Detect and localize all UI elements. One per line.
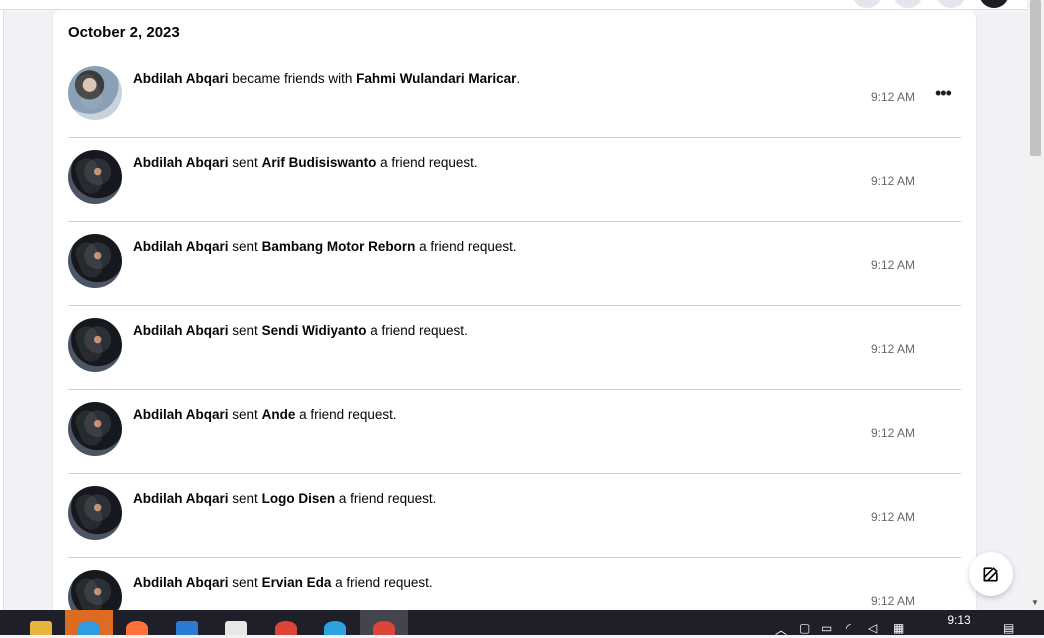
- target-name[interactable]: Fahmi Wulandari Maricar: [356, 71, 516, 86]
- file-explorer-icon[interactable]: [17, 610, 65, 635]
- windows-taskbar: ︿ ▢ ▭ ◜ ◁ ▦ 9:13 ▤: [0, 610, 1044, 638]
- activity-verb: became friends with: [232, 71, 353, 86]
- scrollbar-thumb[interactable]: [1030, 0, 1041, 156]
- profile-avatar[interactable]: [979, 0, 1009, 8]
- compose-icon: [983, 567, 998, 582]
- actor-avatar[interactable]: [68, 402, 122, 456]
- edge-icon[interactable]: [65, 610, 113, 635]
- telegram-icon[interactable]: [311, 610, 359, 635]
- activity-log-card: October 2, 2023 Abdilah Abqari became fr…: [53, 10, 976, 630]
- activity-suffix: a friend request.: [299, 407, 397, 422]
- activity-time: 9:12 AM: [870, 426, 915, 440]
- actor-name[interactable]: Abdilah Abqari: [133, 575, 229, 590]
- page-scrollbar[interactable]: ▼: [1027, 0, 1044, 610]
- activity-list: Abdilah Abqari became friends with Fahmi…: [68, 54, 961, 630]
- actor-name[interactable]: Abdilah Abqari: [133, 323, 229, 338]
- actor-avatar[interactable]: [68, 234, 122, 288]
- activity-suffix: a friend request.: [335, 575, 433, 590]
- meet-now-icon[interactable]: ▢: [799, 621, 810, 635]
- actor-name[interactable]: Abdilah Abqari: [133, 491, 229, 506]
- actor-avatar[interactable]: [68, 486, 122, 540]
- activity-time: 9:12 AM: [870, 510, 915, 524]
- target-name[interactable]: Bambang Motor Reborn: [262, 239, 416, 254]
- actor-avatar[interactable]: [68, 318, 122, 372]
- actor-name[interactable]: Abdilah Abqari: [133, 155, 229, 170]
- activity-text: Abdilah Abqari sent Arif Budisiswanto a …: [133, 154, 853, 172]
- actor-name[interactable]: Abdilah Abqari: [133, 239, 229, 254]
- activity-row: Abdilah Abqari sent Arif Budisiswanto a …: [68, 138, 961, 222]
- activity-suffix: a friend request.: [338, 491, 437, 506]
- activity-suffix: .: [516, 71, 521, 86]
- activity-time: 9:12 AM: [870, 174, 915, 188]
- activity-verb: sent: [232, 407, 258, 422]
- activity-text: Abdilah Abqari became friends with Fahmi…: [133, 70, 853, 88]
- taskbar-clock[interactable]: 9:13: [942, 613, 976, 627]
- store-icon[interactable]: [212, 610, 260, 635]
- keyboard-icon[interactable]: ▦: [893, 621, 904, 635]
- more-options-icon[interactable]: •••: [935, 84, 953, 102]
- target-name[interactable]: Arif Budisiswanto: [262, 155, 377, 170]
- activity-text: Abdilah Abqari sent Ande a friend reques…: [133, 406, 853, 424]
- activity-text: Abdilah Abqari sent Bambang Motor Reborn…: [133, 238, 853, 256]
- target-name[interactable]: Ervian Eda: [262, 575, 332, 590]
- activity-row: Abdilah Abqari sent Ande a friend reques…: [68, 390, 961, 474]
- volume-icon[interactable]: ◁: [868, 621, 877, 635]
- activity-verb: sent: [232, 575, 258, 590]
- top-navigation-bar: [0, 0, 1027, 10]
- activity-text: Abdilah Abqari sent Ervian Eda a friend …: [133, 574, 853, 592]
- target-name[interactable]: Ande: [262, 407, 296, 422]
- activity-verb: sent: [232, 491, 258, 506]
- notifications-icon[interactable]: [936, 0, 966, 8]
- activity-suffix: a friend request.: [380, 155, 478, 170]
- chrome-active-window-icon[interactable]: [360, 610, 408, 635]
- mail-icon[interactable]: [163, 610, 211, 635]
- activity-text: Abdilah Abqari sent Sendi Widiyanto a fr…: [133, 322, 853, 340]
- actor-name[interactable]: Abdilah Abqari: [133, 407, 229, 422]
- activity-row: Abdilah Abqari sent Sendi Widiyanto a fr…: [68, 306, 961, 390]
- activity-time: 9:12 AM: [870, 342, 915, 356]
- target-name[interactable]: Logo Disen: [262, 491, 336, 506]
- new-message-button[interactable]: [969, 552, 1013, 596]
- activity-time: 9:12 AM: [870, 258, 915, 272]
- notification-center-icon[interactable]: ▤: [1003, 621, 1014, 635]
- activity-date-header: October 2, 2023: [68, 24, 180, 41]
- activity-verb: sent: [232, 323, 258, 338]
- activity-row: Abdilah Abqari became friends with Fahmi…: [68, 54, 961, 138]
- show-hidden-icons-chevron-icon[interactable]: ︿: [775, 621, 787, 638]
- activity-suffix: a friend request.: [370, 323, 468, 338]
- activity-time: 9:12 AM: [870, 594, 915, 608]
- activity-row: Abdilah Abqari sent Logo Disen a friend …: [68, 474, 961, 558]
- firefox-icon[interactable]: [113, 610, 161, 635]
- messenger-icon[interactable]: [893, 0, 923, 8]
- activity-time: 9:12 AM: [870, 90, 915, 104]
- activity-row: Abdilah Abqari sent Bambang Motor Reborn…: [68, 222, 961, 306]
- activity-verb: sent: [232, 239, 258, 254]
- battery-icon[interactable]: ▭: [821, 621, 832, 635]
- actor-avatar[interactable]: [68, 66, 122, 120]
- activity-suffix: a friend request.: [419, 239, 517, 254]
- activity-text: Abdilah Abqari sent Logo Disen a friend …: [133, 490, 853, 508]
- chrome-icon[interactable]: [262, 610, 310, 635]
- target-name[interactable]: Sendi Widiyanto: [262, 323, 367, 338]
- nav-menu-icon[interactable]: [852, 0, 882, 8]
- activity-verb: sent: [232, 155, 258, 170]
- left-rail: [0, 10, 4, 610]
- scroll-down-arrow-icon[interactable]: ▼: [1031, 598, 1039, 607]
- actor-avatar[interactable]: [68, 150, 122, 204]
- wifi-icon[interactable]: ◜: [846, 621, 851, 635]
- actor-name[interactable]: Abdilah Abqari: [133, 71, 229, 86]
